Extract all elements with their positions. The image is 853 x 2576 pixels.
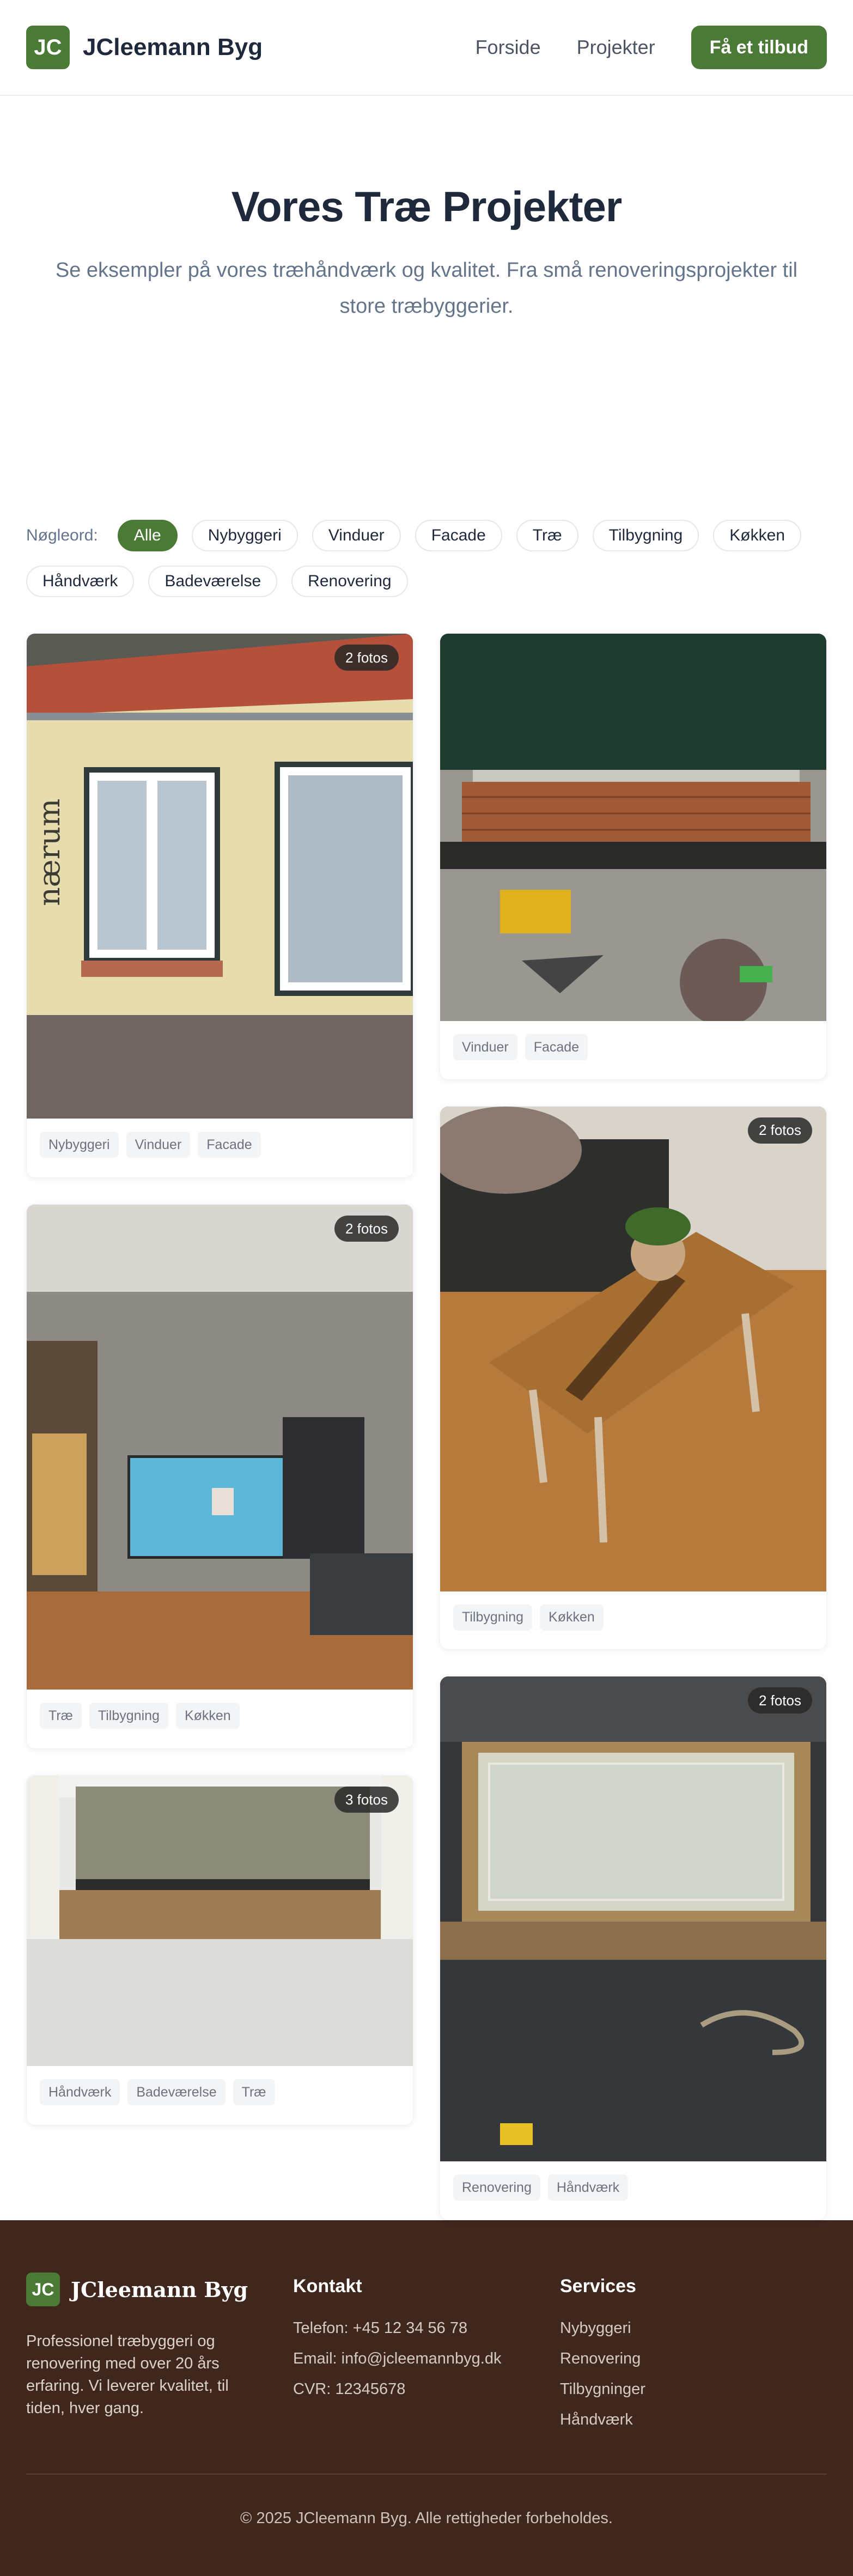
project-card[interactable]: 2 fotos Træ Tilbygning Køkken (26, 1204, 413, 1749)
project-tags: Tilbygning Køkken (440, 1591, 826, 1650)
filter-label: Nøgleord: (26, 526, 98, 544)
svg-text:nærum: nærum (32, 799, 66, 906)
project-tag: Tilbygning (453, 1604, 533, 1631)
project-tag: Håndværk (40, 2079, 120, 2105)
project-tag: Vinduer (453, 1034, 517, 1060)
filter-chip-badevaerelse[interactable]: Badeværelse (148, 566, 278, 597)
filter-chip-koekken[interactable]: Køkken (713, 520, 802, 551)
door-step-image (440, 634, 826, 1021)
filter-chip-facade[interactable]: Facade (415, 520, 502, 551)
photo-count-badge: 2 fotos (747, 1687, 812, 1714)
filter-chip-trae[interactable]: Træ (516, 520, 578, 551)
get-quote-button[interactable]: Få et tilbud (691, 26, 827, 69)
project-card[interactable]: 2 fotos Renovering Håndværk (440, 1676, 827, 2220)
project-tag: Træ (40, 1703, 82, 1729)
project-photo-tv-room[interactable]: 2 fotos (27, 1205, 413, 1690)
site-header: JC JCleemann Byg Forside Projekter Få et… (0, 0, 853, 96)
project-tags: Træ Tilbygning Køkken (27, 1690, 413, 1748)
project-photo-door-step[interactable] (440, 634, 826, 1021)
footer-service-link[interactable]: Håndværk (560, 2410, 827, 2429)
filter-chip-haandvaerk[interactable]: Håndværk (26, 566, 135, 597)
footer-divider (26, 2474, 827, 2475)
nav-link-projekter[interactable]: Projekter (577, 36, 655, 59)
keyword-filter-bar: Nøgleord: Alle Nybyggeri Vinduer Facade … (0, 520, 853, 597)
project-photo-cellar-window[interactable]: 2 fotos (440, 1676, 826, 2162)
footer-contact: Kontakt Telefon: +45 12 34 56 78 Email: … (293, 2273, 560, 2441)
footer-brand[interactable]: JC JCleemann Byg (26, 2273, 293, 2306)
wooden-sill-image (27, 1776, 413, 2066)
filter-chip-alle[interactable]: Alle (117, 520, 178, 551)
project-tag: Køkken (540, 1604, 604, 1631)
footer-email[interactable]: Email: info@jcleemannbyg.dk (293, 2349, 560, 2368)
facade-windows-image: nærum (27, 634, 413, 1119)
hero-section: Vores Træ Projekter Se eksempler på vore… (0, 96, 853, 520)
project-tags: Håndværk Badeværelse Træ (27, 2066, 413, 2125)
footer-description: Professionel træbyggeri og renovering me… (26, 2332, 229, 2417)
filter-chip-nybyggeri[interactable]: Nybyggeri (191, 520, 298, 551)
footer-service-link[interactable]: Renovering (560, 2349, 827, 2368)
page-subtitle: Se eksempler på vores træhåndværk og kva… (55, 259, 798, 318)
project-card[interactable]: Vinduer Facade (440, 633, 827, 1080)
project-tag: Tilbygning (89, 1703, 168, 1729)
site-footer: JC JCleemann Byg Professionel træbyggeri… (0, 2220, 853, 2576)
copyright: © 2025 JCleemann Byg. Alle rettigheder f… (240, 2510, 613, 2527)
page-title: Vores Træ Projekter (231, 183, 623, 230)
project-gallery: nærum 2 fotos Nybyggeri Vinduer Facade 2… (0, 611, 853, 2220)
footer-service-link[interactable]: Tilbygninger (560, 2380, 827, 2398)
project-tag: Træ (233, 2079, 275, 2105)
cellar-window-image (440, 1676, 826, 2162)
footer-logo-badge: JC (26, 2273, 60, 2306)
gallery-column-right: Vinduer Facade 2 fotos Tilbygning Køkken… (440, 633, 827, 2220)
project-tag: Køkken (175, 1703, 240, 1729)
footer-services: Services Nybyggeri Renovering Tilbygning… (560, 2273, 827, 2441)
photo-count-badge: 2 fotos (334, 1216, 399, 1242)
footer-about: JC JCleemann Byg Professionel træbyggeri… (26, 2273, 293, 2441)
project-tags: Vinduer Facade (440, 1021, 826, 1079)
project-card[interactable]: nærum 2 fotos Nybyggeri Vinduer Facade (26, 633, 413, 1178)
filter-chip-renovering[interactable]: Renovering (291, 566, 408, 597)
filter-chip-tilbygning[interactable]: Tilbygning (592, 520, 699, 551)
photo-count-badge: 2 fotos (334, 645, 399, 671)
filter-chip-vinduer[interactable]: Vinduer (312, 520, 401, 551)
photo-count-badge: 2 fotos (747, 1117, 812, 1144)
main-nav: Forside Projekter Få et tilbud (476, 26, 827, 69)
project-photo-facade-windows[interactable]: nærum 2 fotos (27, 634, 413, 1119)
project-card[interactable]: 2 fotos Tilbygning Køkken (440, 1105, 827, 1650)
tv-room-image (27, 1205, 413, 1690)
project-tags: Renovering Håndværk (440, 2161, 826, 2220)
brand-name: JCleemann Byg (83, 34, 263, 60)
project-tag: Håndværk (547, 2174, 629, 2201)
coffee-table-image (440, 1106, 826, 1591)
project-card[interactable]: 3 fotos Håndværk Badeværelse Træ (26, 1775, 413, 2125)
logo-badge: JC (26, 26, 70, 69)
brand[interactable]: JC JCleemann Byg (26, 26, 263, 69)
project-photo-wooden-sill[interactable]: 3 fotos (27, 1776, 413, 2066)
gallery-column-left: nærum 2 fotos Nybyggeri Vinduer Facade 2… (26, 633, 413, 2220)
photo-count-badge: 3 fotos (334, 1787, 399, 1813)
project-tags: Nybyggeri Vinduer Facade (27, 1119, 413, 1177)
footer-service-link[interactable]: Nybyggeri (560, 2319, 827, 2337)
project-tag: Facade (525, 1034, 588, 1060)
footer-brand-name: JCleemann Byg (71, 2277, 248, 2302)
footer-cvr: CVR: 12345678 (293, 2380, 406, 2398)
project-photo-coffee-table[interactable]: 2 fotos (440, 1106, 826, 1591)
nav-link-forside[interactable]: Forside (476, 36, 541, 59)
project-tag: Renovering (453, 2174, 540, 2201)
footer-contact-heading: Kontakt (293, 2276, 362, 2296)
project-tag: Nybyggeri (40, 1132, 119, 1158)
footer-phone[interactable]: Telefon: +45 12 34 56 78 (293, 2319, 560, 2337)
project-tag: Vinduer (126, 1132, 191, 1158)
project-tag: Badeværelse (127, 2079, 226, 2105)
footer-services-heading: Services (560, 2276, 636, 2296)
project-tag: Facade (198, 1132, 261, 1158)
